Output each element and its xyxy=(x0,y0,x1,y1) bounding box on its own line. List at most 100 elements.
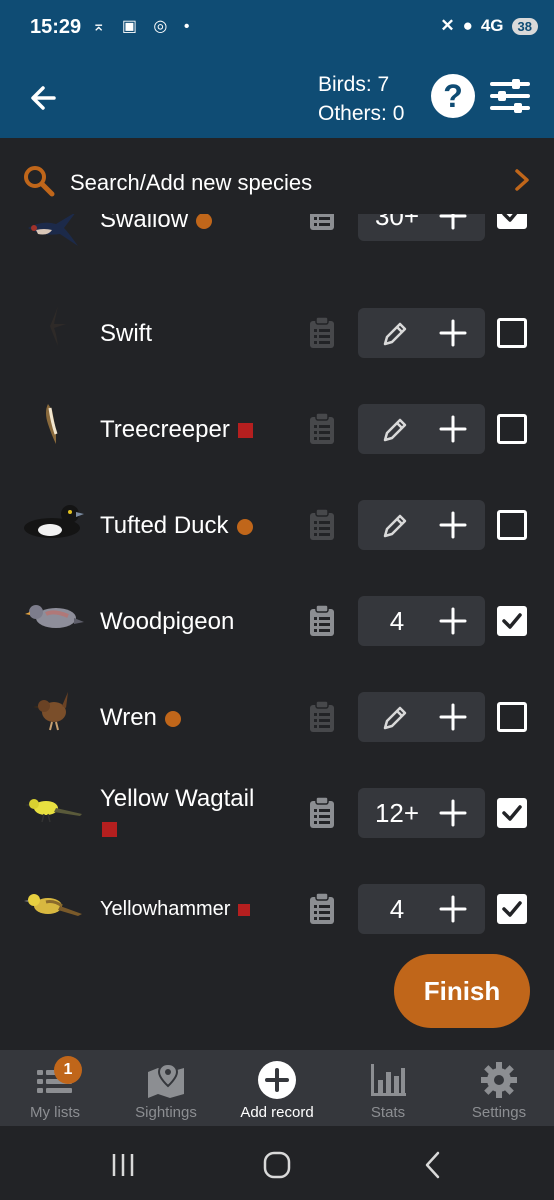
nav-label: Settings xyxy=(471,1104,527,1121)
clipboard-icon[interactable] xyxy=(308,214,336,232)
clipboard-icon[interactable] xyxy=(308,796,336,830)
list-item: Yellowhammer 4 xyxy=(0,864,554,950)
list-item: Treecreeper xyxy=(0,384,554,480)
nav-label: Add record xyxy=(240,1104,314,1121)
count-stepper[interactable]: 4 xyxy=(358,884,485,934)
species-name: Wren xyxy=(100,704,181,732)
count-stepper[interactable]: 30+ xyxy=(358,214,485,241)
clipboard-icon[interactable] xyxy=(308,508,336,542)
species-name: Swift xyxy=(100,320,152,348)
species-name-text: Swift xyxy=(100,320,153,347)
clipboard-icon[interactable] xyxy=(308,316,336,350)
pencil-icon[interactable] xyxy=(380,703,410,733)
finish-button[interactable]: Finish xyxy=(394,954,530,1028)
search-icon xyxy=(24,166,55,197)
seen-checkbox[interactable] xyxy=(497,894,527,924)
status-dot-marker xyxy=(236,518,253,535)
search-input[interactable]: Search/Add new species xyxy=(70,170,312,196)
clipboard-icon[interactable] xyxy=(308,700,336,734)
pencil-icon[interactable] xyxy=(380,319,410,349)
arrow-left-icon[interactable] xyxy=(24,78,64,118)
plus-icon[interactable] xyxy=(438,702,468,732)
status-bar: 15:29 ⌅ ▣ ◎ • ✕ ● 4G 38 xyxy=(0,0,554,58)
seen-checkbox[interactable] xyxy=(497,318,527,348)
seen-checkbox[interactable] xyxy=(497,702,527,732)
count-stepper[interactable] xyxy=(358,308,485,358)
count-stepper[interactable] xyxy=(358,692,485,742)
pencil-icon[interactable] xyxy=(380,415,410,445)
nav-label: Sightings xyxy=(135,1104,197,1121)
sliders-icon[interactable] xyxy=(488,76,532,116)
list-item: Swift xyxy=(0,288,554,384)
home-icon[interactable] xyxy=(262,1150,292,1180)
list-item: Yellow Wagtail 12+ xyxy=(0,768,554,864)
bottom-navigation: 1 My lists Sightings Add record Stats Se… xyxy=(0,1050,554,1126)
plus-icon[interactable] xyxy=(438,606,468,636)
nav-add-record[interactable]: Add record xyxy=(222,1050,332,1126)
plus-icon[interactable] xyxy=(438,510,468,540)
seen-checkbox[interactable] xyxy=(497,606,527,636)
count-value: 4 xyxy=(389,894,405,924)
question-icon[interactable]: ? xyxy=(431,74,475,118)
species-name: Woodpigeon xyxy=(100,608,234,636)
status-square-marker xyxy=(237,423,253,439)
clipboard-icon[interactable] xyxy=(308,892,336,926)
count-stepper[interactable]: 4 xyxy=(358,596,485,646)
count-value: 12+ xyxy=(374,798,420,828)
wren-bird-image xyxy=(33,692,68,731)
species-name-text: Yellowhammer xyxy=(100,898,231,920)
nav-settings[interactable]: Settings xyxy=(444,1050,554,1126)
plus-icon[interactable] xyxy=(438,214,468,231)
yellowhammer-bird-image xyxy=(24,894,82,916)
plus-icon[interactable] xyxy=(438,318,468,348)
count-stepper[interactable] xyxy=(358,404,485,454)
map-pin-icon xyxy=(148,1062,184,1098)
seen-checkbox[interactable] xyxy=(497,214,527,229)
seen-checkbox[interactable] xyxy=(497,510,527,540)
nav-label: My lists xyxy=(30,1104,80,1121)
count-value: 30+ xyxy=(374,214,420,231)
species-name-text: Tufted Duck xyxy=(100,512,229,539)
status-square-marker xyxy=(102,822,117,838)
plus-icon[interactable] xyxy=(438,414,468,444)
count-stepper[interactable] xyxy=(358,500,485,550)
count-stepper[interactable]: 12+ xyxy=(358,788,485,838)
status-right: ✕ ● 4G 38 xyxy=(440,16,538,36)
clipboard-icon[interactable] xyxy=(308,412,336,446)
chevron-right-icon[interactable] xyxy=(510,166,534,194)
species-name: Yellow Wagtail xyxy=(100,784,290,844)
location-icon: ● xyxy=(462,16,473,35)
species-name: Swallow xyxy=(100,214,213,234)
birds-count: Birds: 7 xyxy=(318,73,390,96)
list-item: Wren xyxy=(0,672,554,768)
seen-checkbox[interactable] xyxy=(497,414,527,444)
plus-icon[interactable] xyxy=(438,798,468,828)
status-dot-marker xyxy=(164,710,181,727)
recent-apps-icon[interactable] xyxy=(108,1150,138,1180)
notification-icons: ⌅ ▣ ◎ • xyxy=(92,18,196,35)
nav-label: Stats xyxy=(370,1104,406,1121)
back-icon[interactable] xyxy=(418,1150,448,1180)
species-name-text: Woodpigeon xyxy=(100,608,235,635)
search-bar[interactable]: Search/Add new species xyxy=(0,150,554,214)
plus-icon[interactable] xyxy=(438,894,468,924)
status-square-marker xyxy=(238,903,251,916)
nav-my-lists[interactable]: 1 My lists xyxy=(0,1050,110,1126)
nav-sightings[interactable]: Sightings xyxy=(111,1050,221,1126)
clipboard-icon[interactable] xyxy=(308,604,336,638)
species-name-text: Yellow Wagtail xyxy=(100,785,255,812)
mute-icon: ✕ xyxy=(440,16,455,35)
add-circle-icon xyxy=(258,1061,296,1099)
gear-icon xyxy=(481,1062,517,1098)
list-item: Swallow 30+ xyxy=(0,214,554,288)
treecreeper-bird-image xyxy=(46,404,58,444)
check-icon xyxy=(502,214,518,222)
pencil-icon[interactable] xyxy=(380,511,410,541)
network-label: 4G xyxy=(480,16,504,35)
yellow-wagtail-bird-image xyxy=(25,799,82,823)
nav-stats[interactable]: Stats xyxy=(333,1050,443,1126)
woodpigeon-bird-image xyxy=(25,605,84,628)
seen-checkbox[interactable] xyxy=(497,798,527,828)
list-item: Tufted Duck xyxy=(0,480,554,576)
bar-chart-icon xyxy=(371,1064,406,1096)
